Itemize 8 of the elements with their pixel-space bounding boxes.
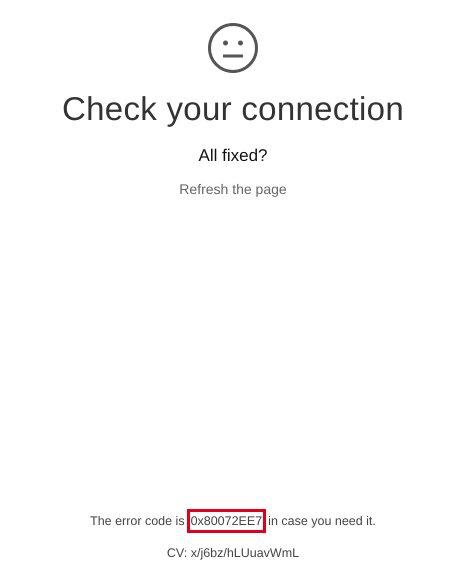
neutral-face-icon xyxy=(207,22,259,74)
subtitle: All fixed? xyxy=(198,146,268,166)
cv-text: CV: x/j6bz/hLUuavWmL xyxy=(166,546,300,560)
refresh-link[interactable]: Refresh the page xyxy=(179,181,287,197)
page-title: Check your connection xyxy=(62,90,404,128)
error-text: The error code is xyxy=(90,514,185,528)
error-code: 0x80072EE7 xyxy=(186,509,266,533)
error-text: in case you need it. xyxy=(268,514,376,528)
